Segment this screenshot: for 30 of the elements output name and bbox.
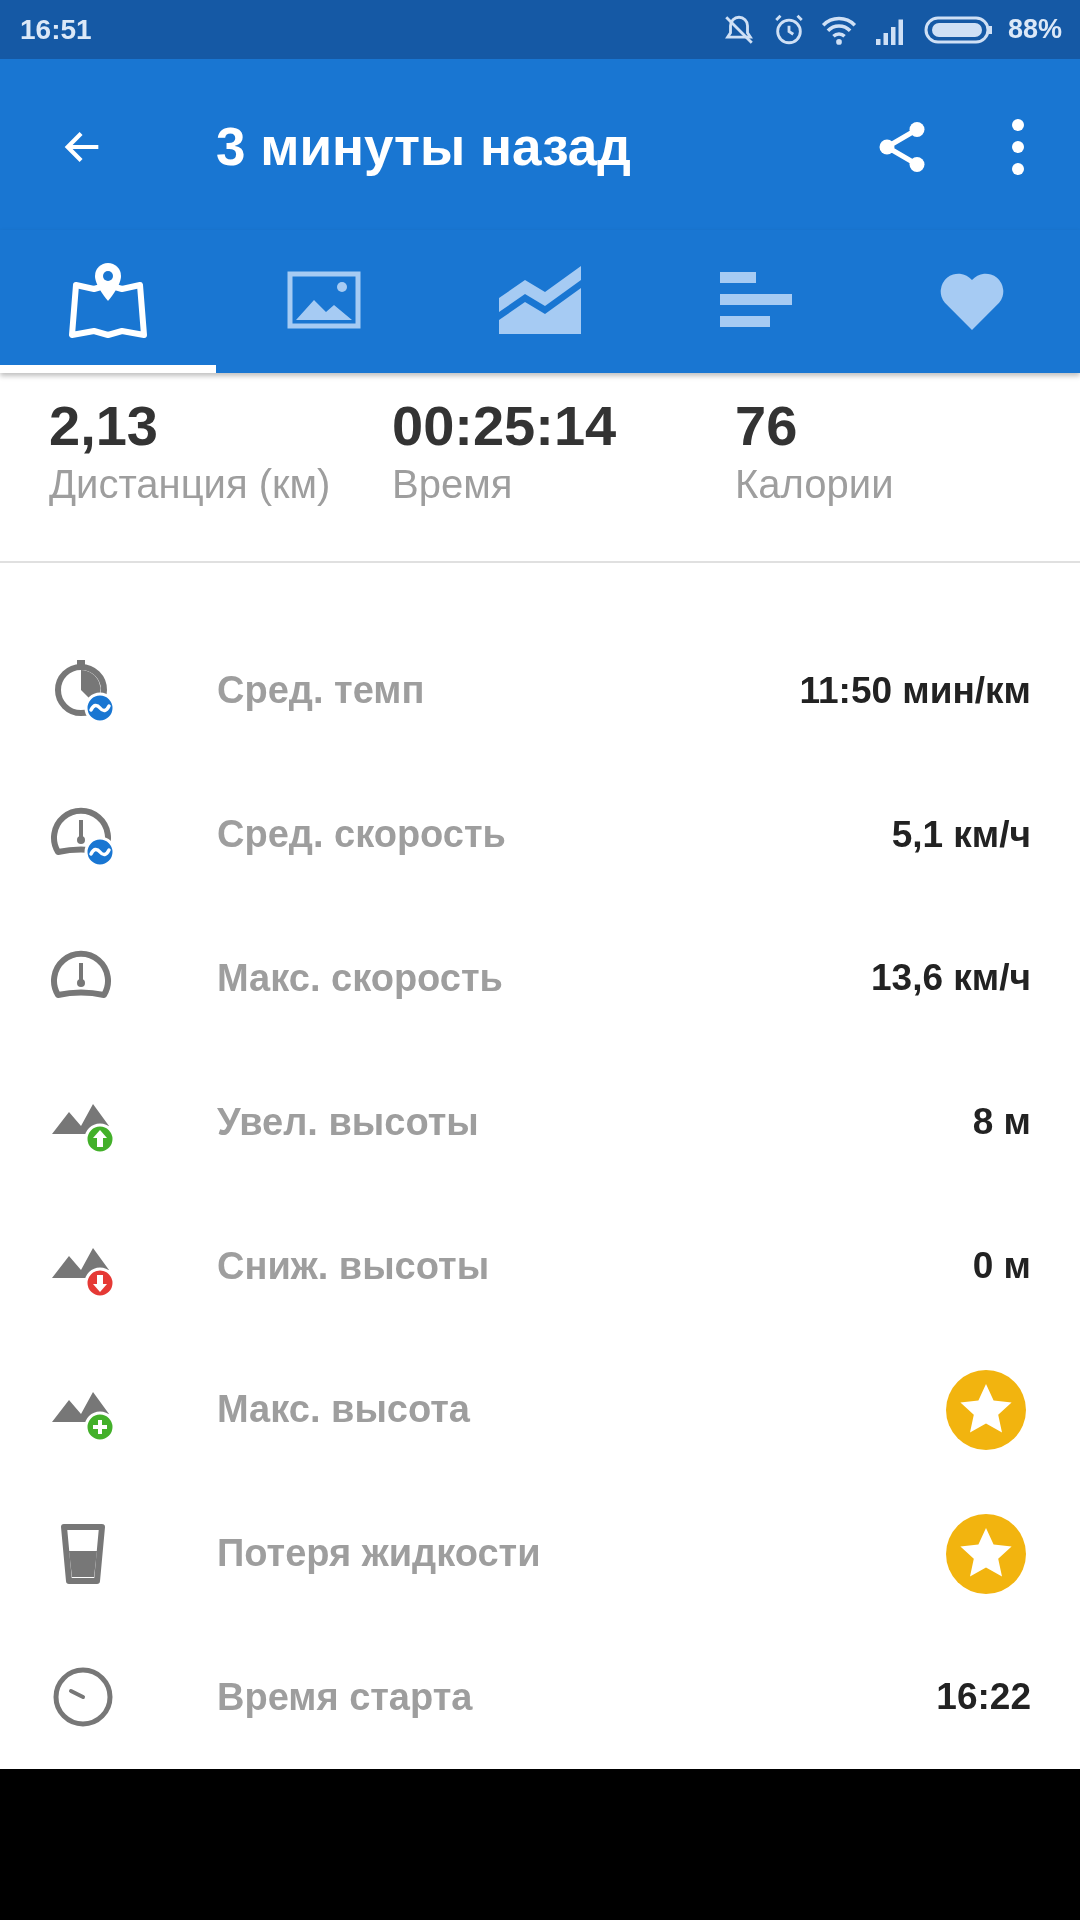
metric-label: Сниж. высоты [217,1244,491,1288]
stat-value: 76 [735,394,799,457]
metric-label: Макс. скорость [217,956,504,1000]
stat-label: Дистанция (км) [49,462,332,508]
image-icon [287,271,361,330]
stat-value: 2,13 [49,394,159,457]
metric-label: Сред. скорость [217,813,507,857]
star-badge-icon[interactable] [946,1369,1026,1450]
metric-value: 16:22 [936,1676,1031,1719]
stat-value: 00:25:14 [392,394,618,457]
metric-label: Сред. темп [217,669,426,713]
metric-value: 8 м [972,1101,1031,1144]
map-pin-icon [66,261,150,340]
bars-icon [720,272,792,329]
metric-value: 5,1 км/ч [891,813,1031,856]
star-badge-icon[interactable] [946,1513,1026,1594]
battery-percent: 88% [1007,14,1062,46]
stat-label: Калории [735,462,895,508]
screen-title: 3 минуты назад [216,116,632,178]
metric-value: 11:50 мин/км [799,669,1031,712]
metric-label: Время старта [217,1675,474,1719]
more-icon[interactable] [1010,117,1026,176]
metric-label: Макс. высота [217,1388,471,1432]
area-chart-icon [499,266,581,335]
metric-label: Увел. высоты [217,1100,480,1144]
metric-value: 0 м [972,1245,1031,1288]
status-time: 16:51 [20,13,92,46]
metric-label: Потеря жидкости [217,1532,542,1576]
stat-label: Время [392,462,514,508]
metric-value: 13,6 км/ч [871,957,1031,1000]
